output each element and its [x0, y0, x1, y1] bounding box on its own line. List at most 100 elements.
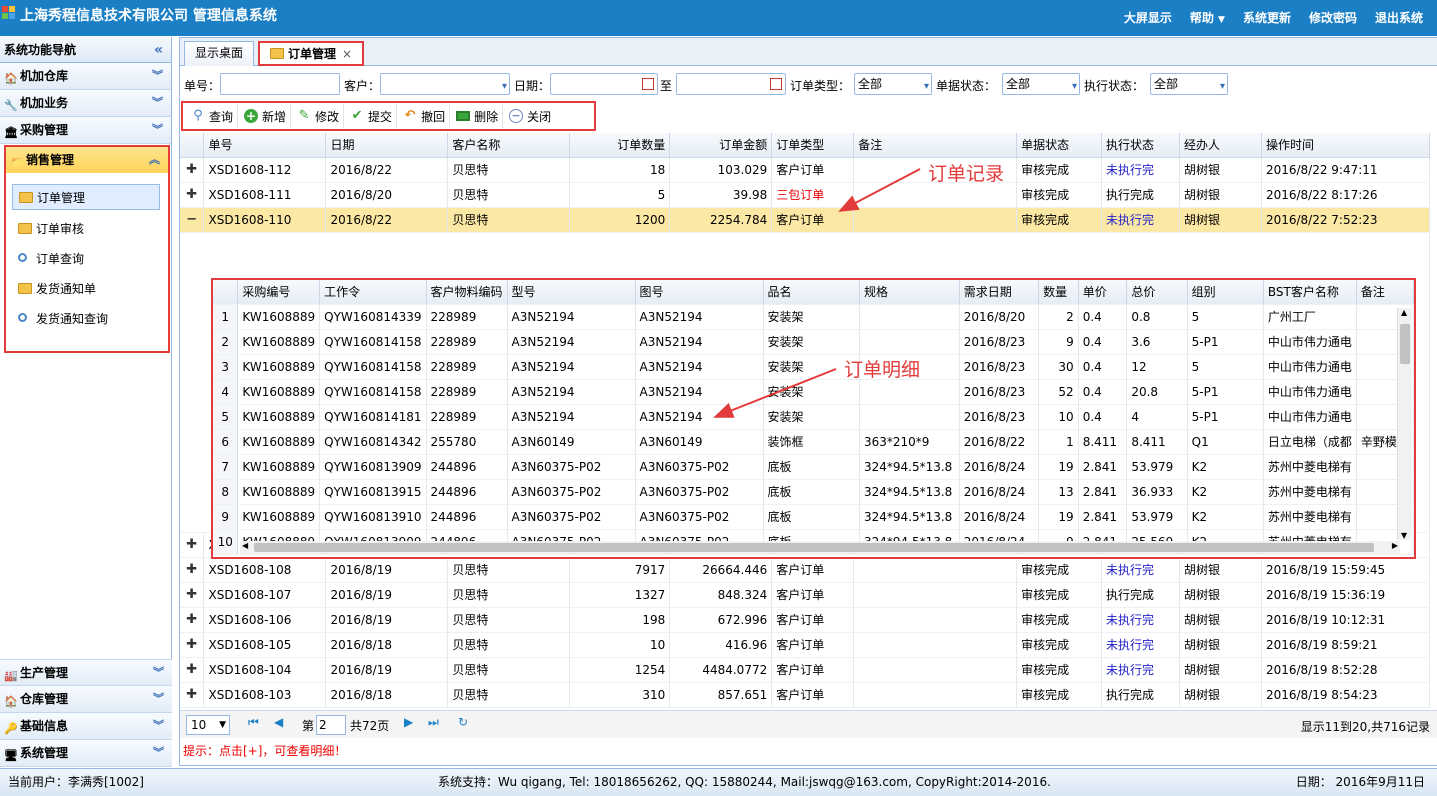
header-cell[interactable]: 需求日期: [959, 280, 1040, 305]
table-row[interactable]: ✚ XSD1608-111 2016/8/20 贝思特 5 39.98 三包订单 审核完成 执行…: [180, 182, 1430, 208]
nav-order-query[interactable]: 订单查询: [12, 246, 160, 272]
add-button[interactable]: + 新增: [240, 104, 292, 128]
scroll-thumb[interactable]: [1400, 324, 1410, 364]
expand-row-icon[interactable]: ✚: [180, 157, 205, 183]
expand-row-icon[interactable]: ✚: [180, 607, 205, 633]
header-cell[interactable]: 工作令: [319, 280, 427, 305]
detail-row-item[interactable]: 1 KW1608889 QYW160814339 228989 A3N52194 A3N5…: [213, 304, 1414, 330]
header-cell[interactable]: 总价: [1126, 280, 1188, 305]
expand-row-icon[interactable]: ✚: [180, 182, 205, 208]
tab-order-management[interactable]: 订单管理 ×: [258, 41, 365, 66]
menu-logout[interactable]: 退出系统: [1375, 9, 1423, 26]
nav-purchase[interactable]: 🏛 采购管理 ︾: [0, 117, 171, 144]
nav-system[interactable]: 🖥 系统管理 ︾: [0, 740, 172, 767]
tab-desktop[interactable]: 显示桌面: [184, 41, 255, 66]
header-cell[interactable]: 备注: [1356, 280, 1414, 305]
header-cell[interactable]: 备注: [853, 133, 1018, 158]
order-no-input[interactable]: [220, 73, 340, 95]
horizontal-scrollbar[interactable]: ◀ ▶: [240, 541, 1400, 554]
prev-page-icon[interactable]: ◀: [274, 715, 283, 729]
header-cell[interactable]: 品名: [763, 280, 860, 305]
date-to-input[interactable]: [676, 73, 786, 95]
customer-select[interactable]: ▾: [380, 73, 510, 95]
expand-row-icon[interactable]: ✚: [180, 682, 205, 708]
nav-machining-business[interactable]: 🔧 机加业务 ︾: [0, 90, 171, 117]
nav-production[interactable]: 🏭 生产管理 ︾: [0, 659, 172, 686]
header-cell[interactable]: 经办人: [1179, 133, 1262, 158]
header-cell[interactable]: 规格: [859, 280, 960, 305]
header-cell[interactable]: 型号: [507, 280, 636, 305]
expand-row-icon[interactable]: ✚: [180, 582, 205, 608]
scroll-up-icon[interactable]: ▲: [1401, 308, 1407, 317]
page-input[interactable]: 2: [316, 715, 346, 735]
header-cell[interactable]: 订单金额: [669, 133, 773, 158]
header-cell[interactable]: 单号: [203, 133, 327, 158]
page-size-select[interactable]: 10 ▼: [186, 715, 230, 735]
table-row[interactable]: − XSD1608-110 2016/8/22 贝思特 1200 2254.784 客户订单…: [180, 207, 1430, 233]
header-cell[interactable]: 执行状态: [1101, 133, 1180, 158]
detail-row-item[interactable]: 2 KW1608889 QYW160814158 228989 A3N52194 A3N5…: [213, 329, 1414, 355]
detail-row-item[interactable]: 4 KW1608889 QYW160814158 228989 A3N52194 A3N5…: [213, 379, 1414, 405]
header-cell[interactable]: BST客户名称: [1263, 280, 1357, 305]
calendar-icon[interactable]: [770, 78, 782, 90]
delete-button[interactable]: 删除: [452, 104, 504, 128]
date-from-input[interactable]: [550, 73, 658, 95]
nav-order-management[interactable]: 订单管理: [12, 184, 160, 210]
close-tab-icon[interactable]: ×: [342, 47, 352, 61]
query-button[interactable]: ⚲ 查询: [187, 104, 239, 128]
header-cell[interactable]: 采购编号: [237, 280, 321, 305]
expand-row-icon[interactable]: ✚: [180, 532, 205, 558]
header-cell[interactable]: 数量: [1038, 280, 1079, 305]
collapse-icon[interactable]: «: [154, 37, 163, 63]
detail-row-item[interactable]: 6 KW1608889 QYW160814342 255780 A3N60149 A3N6…: [213, 429, 1414, 455]
table-row[interactable]: ✚ XSD1608-103 2016/8/18 贝思特 310 857.651 客户订单 审核…: [180, 682, 1430, 708]
vertical-scrollbar[interactable]: ▲ ▼: [1397, 308, 1411, 540]
expand-row-icon[interactable]: ✚: [180, 657, 205, 683]
header-cell[interactable]: 客户物料编码: [426, 280, 508, 305]
nav-order-review[interactable]: 订单审核: [12, 216, 160, 242]
scroll-thumb[interactable]: [254, 543, 1374, 552]
header-cell[interactable]: 图号: [635, 280, 764, 305]
expand-row-icon[interactable]: ✚: [180, 557, 205, 583]
nav-delivery-query[interactable]: 发货通知查询: [12, 306, 160, 332]
submit-button[interactable]: ✔ 提交: [346, 104, 398, 128]
table-row[interactable]: ✚ XSD1608-104 2016/8/19 贝思特 1254 4484.0772 客户订…: [180, 657, 1430, 683]
header-cell[interactable]: 日期: [325, 133, 449, 158]
exec-status-select[interactable]: 全部 ▾: [1150, 73, 1228, 95]
scroll-right-icon[interactable]: ▶: [1392, 541, 1398, 550]
expand-row-icon[interactable]: ✚: [180, 632, 205, 658]
menu-big-screen[interactable]: 大屏显示: [1124, 9, 1172, 26]
nav-warehouse[interactable]: 🏠 仓库管理 ︾: [0, 686, 172, 713]
menu-change-password[interactable]: 修改密码: [1309, 9, 1357, 26]
close-button[interactable]: − 关闭: [505, 104, 555, 128]
table-row[interactable]: ✚ XSD1608-107 2016/8/19 贝思特 1327 848.324 客户订单 审…: [180, 582, 1430, 608]
collapse-row-icon[interactable]: −: [180, 207, 205, 233]
doc-status-select[interactable]: 全部 ▾: [1002, 73, 1080, 95]
detail-row-item[interactable]: 7 KW1608889 QYW160813909 244896 A3N60375-P02…: [213, 454, 1414, 480]
last-page-icon[interactable]: ⏭: [428, 715, 439, 730]
next-page-icon[interactable]: ▶: [404, 715, 413, 729]
detail-row-item[interactable]: 5 KW1608889 QYW160814181 228989 A3N52194 A3N5…: [213, 404, 1414, 430]
table-row[interactable]: ✚ XSD1608-106 2016/8/19 贝思特 198 672.996 客户订单 审核…: [180, 607, 1430, 633]
detail-row-item[interactable]: 3 KW1608889 QYW160814158 228989 A3N52194 A3N5…: [213, 354, 1414, 380]
header-cell[interactable]: 单据状态: [1016, 133, 1103, 158]
nav-sales[interactable]: 📁 销售管理 ︽: [6, 147, 168, 173]
detail-row-item[interactable]: 8 KW1608889 QYW160813915 244896 A3N60375-P02…: [213, 479, 1414, 505]
calendar-icon[interactable]: [642, 78, 654, 90]
edit-button[interactable]: ✎ 修改: [293, 104, 345, 128]
first-page-icon[interactable]: ⏮: [248, 715, 259, 730]
header-cell[interactable]: 单价: [1078, 280, 1128, 305]
nav-delivery-notice[interactable]: 发货通知单: [12, 276, 160, 302]
table-row[interactable]: ✚ XSD1608-112 2016/8/22 贝思特 18 103.029 客户订单 审核完…: [180, 157, 1430, 183]
header-cell[interactable]: 订单类型: [771, 133, 855, 158]
header-cell[interactable]: 操作时间: [1261, 133, 1430, 158]
scroll-down-icon[interactable]: ▼: [1401, 531, 1407, 540]
table-row[interactable]: ✚ XSD1608-108 2016/8/19 贝思特 7917 26664.446 客户订…: [180, 557, 1430, 583]
header-cell[interactable]: 客户名称: [447, 133, 571, 158]
withdraw-button[interactable]: ↶ 撤回: [399, 104, 451, 128]
nav-machining-warehouse[interactable]: 🏠 机加仓库 ︾: [0, 63, 171, 90]
menu-help[interactable]: 帮助 ▼: [1190, 9, 1225, 26]
menu-system-update[interactable]: 系统更新: [1243, 9, 1291, 26]
header-cell[interactable]: 组别: [1187, 280, 1264, 305]
refresh-icon[interactable]: ↻: [458, 715, 468, 729]
